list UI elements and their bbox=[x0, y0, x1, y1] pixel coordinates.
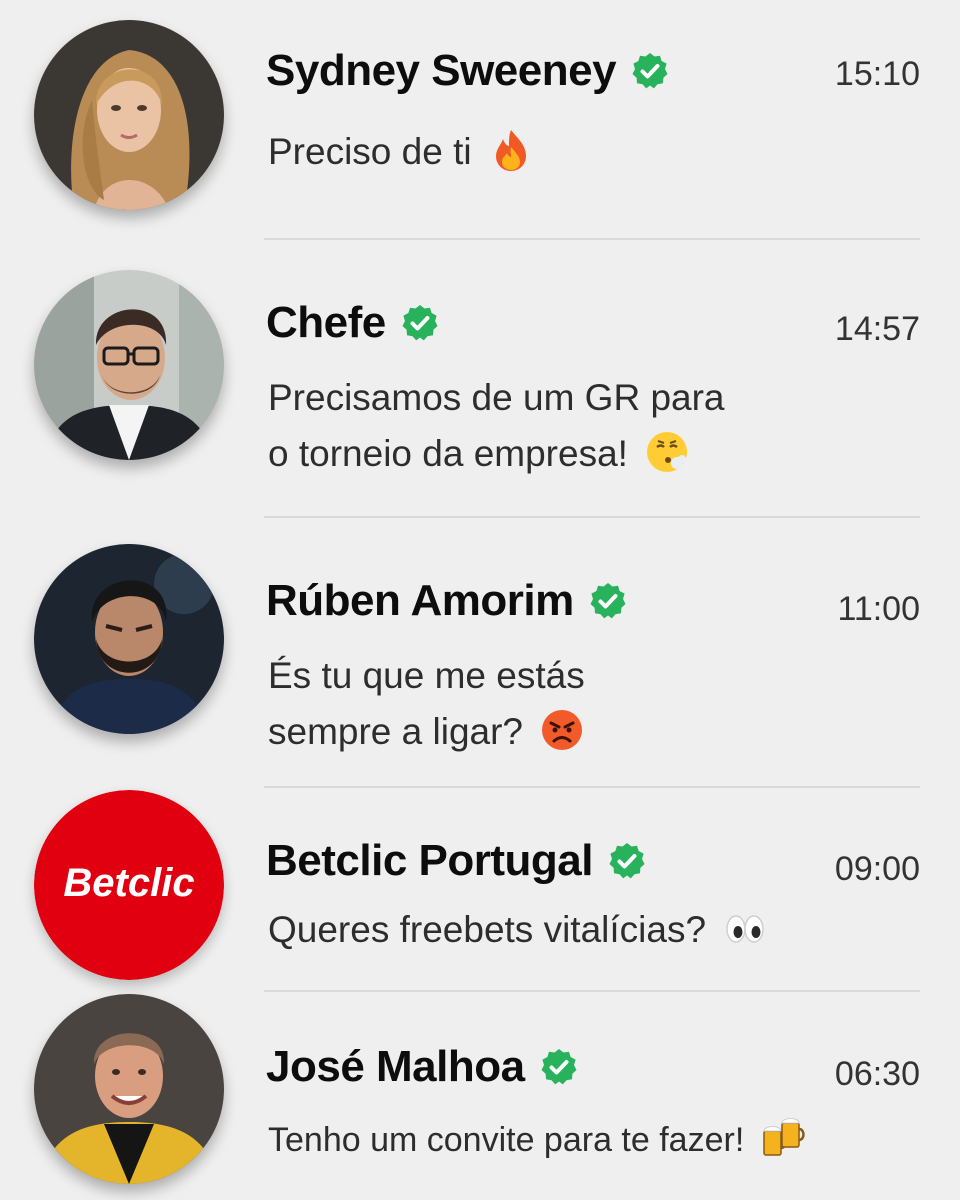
avatar-blonde-woman-icon bbox=[34, 20, 224, 210]
message-preview: Precisamos de um GR para o torneio da em… bbox=[268, 377, 725, 475]
contact-name: Rúben Amorim bbox=[266, 576, 628, 626]
verified-badge-icon bbox=[539, 1047, 579, 1087]
contact-name: Chefe bbox=[266, 298, 440, 348]
avatar: Betclic bbox=[34, 790, 224, 980]
avatar bbox=[34, 270, 224, 460]
divider bbox=[264, 786, 920, 788]
contact-name: Sydney Sweeney bbox=[266, 46, 670, 96]
message-preview: És tu que me estás sempre a ligar? bbox=[268, 655, 585, 753]
eyes-emoji-icon bbox=[722, 905, 768, 951]
divider bbox=[264, 516, 920, 518]
verified-badge-icon bbox=[630, 51, 670, 91]
avatar-bearded-man-icon bbox=[34, 544, 224, 734]
message-time: 14:57 bbox=[834, 310, 920, 348]
contact-name: Betclic Portugal bbox=[266, 836, 647, 886]
message-preview: Tenho um convite para te fazer! bbox=[268, 1112, 806, 1168]
verified-badge-icon bbox=[607, 841, 647, 881]
divider bbox=[264, 990, 920, 992]
avatar-man-glasses-suit-icon bbox=[34, 270, 224, 460]
message-time: 09:00 bbox=[834, 850, 920, 888]
betclic-logo-icon: Betclic bbox=[34, 790, 224, 980]
message-preview: Queres freebets vitalícias? bbox=[268, 902, 768, 958]
message-time: 11:00 bbox=[837, 590, 920, 628]
avatar-man-yellow-jacket-icon bbox=[34, 994, 224, 1184]
message-time: 15:10 bbox=[834, 55, 920, 93]
beer-mugs-emoji-icon bbox=[760, 1115, 806, 1161]
avatar bbox=[34, 994, 224, 1184]
divider bbox=[264, 238, 920, 240]
verified-badge-icon bbox=[400, 303, 440, 343]
message-time: 06:30 bbox=[834, 1055, 920, 1093]
contact-name: José Malhoa bbox=[266, 1042, 579, 1092]
angry-face-emoji-icon bbox=[539, 707, 585, 753]
verified-badge-icon bbox=[588, 581, 628, 621]
fire-emoji-icon bbox=[488, 127, 534, 173]
avatar bbox=[34, 544, 224, 734]
message-preview: Preciso de ti bbox=[268, 124, 534, 180]
avatar bbox=[34, 20, 224, 210]
betclic-logo-text: Betclic bbox=[63, 861, 194, 905]
exhaling-face-emoji-icon bbox=[644, 429, 690, 475]
